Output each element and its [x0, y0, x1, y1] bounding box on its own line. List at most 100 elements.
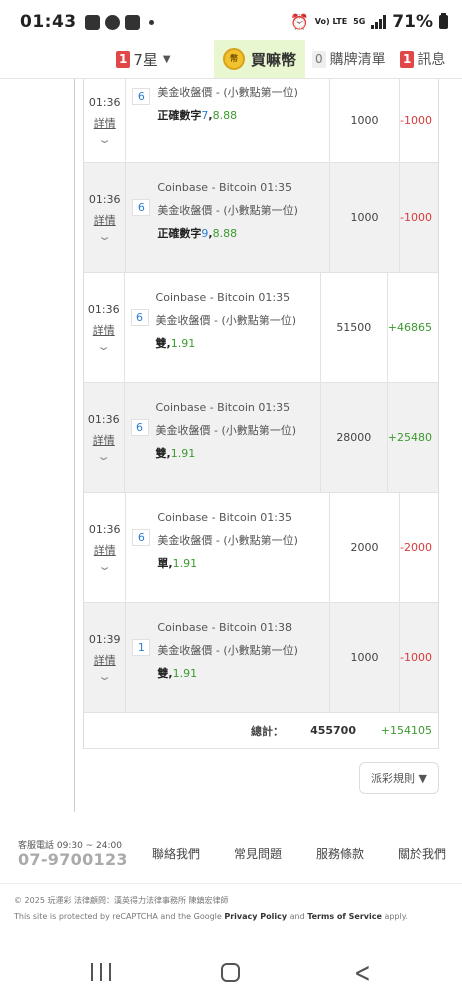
bet-issue-cell: 6 Coinbase - Bitcoin 01:35 美金收盤價 - (小數點第… — [126, 493, 331, 602]
issue-title: Coinbase - Bitcoin 01:35 — [157, 511, 292, 524]
chevron-down-icon[interactable]: ⌄ — [97, 133, 112, 146]
bet-win: -1000 — [400, 651, 432, 664]
issue-number-badge: 1 — [132, 639, 151, 656]
status-bar: 01:43 ⏰ Vo) LTE 5G 71% — [0, 0, 462, 44]
issue-description: 美金收盤價 - (小數點第一位) — [155, 314, 297, 327]
issue-number-badge: 6 — [132, 529, 151, 546]
chevron-down-icon[interactable]: ⌄ — [96, 340, 111, 353]
bet-row: 01:39 詳情 ⌄ 1 Coinbase - Bitcoin 01:38 美金… — [84, 603, 438, 713]
home-icon[interactable] — [221, 963, 240, 982]
bets-table: 01:36 詳情 ⌄ 6 美金收盤價 - (小數點第一位) 正確數字7,8.88… — [83, 79, 439, 749]
footer-link-terms[interactable]: 服務條款 — [316, 845, 364, 862]
bet-amount: 1000 — [330, 163, 401, 272]
bet-time-cell: 01:36 詳情 ⌄ — [84, 273, 125, 382]
pick-odds: 1.91 — [172, 557, 198, 570]
bet-pick: 正確數字7,8.88 — [157, 109, 238, 122]
caret-down-icon: ▼ — [162, 53, 171, 65]
bet-row: 01:36 詳情 ⌄ 6 Coinbase - Bitcoin 01:35 美金… — [84, 383, 438, 493]
chevron-down-icon[interactable]: ⌄ — [97, 230, 112, 243]
bet-row: 01:36 詳情 ⌄ 6 Coinbase - Bitcoin 01:35 美金… — [84, 493, 438, 603]
issue-title: Coinbase - Bitcoin 01:38 — [157, 621, 292, 634]
messages-label: 訊息 — [417, 52, 446, 68]
buy-coin-button[interactable]: 幣 買嘛幣 — [214, 40, 305, 78]
network-icon: 5G — [353, 17, 366, 26]
terms-of-service-link[interactable]: Terms of Service — [307, 912, 382, 921]
footer-divider — [0, 883, 462, 884]
cart-list-label: 購牌清單 — [329, 52, 386, 68]
messages-button[interactable]: 1 訊息 — [400, 40, 445, 78]
footer-link-about[interactable]: 關於我們 — [398, 845, 446, 862]
issue-number-badge: 6 — [132, 88, 151, 105]
detail-link[interactable]: 詳情 — [94, 652, 116, 668]
total-win: +154105 — [380, 724, 432, 737]
bet-issue-cell: 6 Coinbase - Bitcoin 01:35 美金收盤價 - (小數點第… — [126, 163, 331, 272]
back-icon[interactable]: < — [354, 955, 371, 989]
recaptcha-pre: This site is protected by reCAPTCHA and … — [14, 912, 225, 921]
top-nav: 1 7星 ▼ 幣 買嘛幣 0 購牌清單 1 訊息 — [0, 40, 462, 79]
bet-pick: 正確數字9,8.88 — [157, 227, 238, 240]
bet-time-cell: 01:36 詳情 ⌄ — [84, 493, 127, 602]
issue-description: 美金收盤價 - (小數點第一位) — [157, 204, 298, 217]
bet-time-cell: 01:39 詳情 ⌄ — [84, 603, 127, 712]
issue-description: 美金收盤價 - (小數點第一位) — [155, 424, 297, 437]
bet-issue-cell: 6 Coinbase - Bitcoin 01:35 美金收盤價 - (小數點第… — [125, 273, 321, 382]
bet-pick: 雙,1.91 — [157, 667, 198, 680]
more-notifications-icon — [148, 19, 154, 25]
recent-apps-icon[interactable] — [91, 963, 111, 981]
issue-description: 美金收盤價 - (小數點第一位) — [157, 86, 298, 99]
footer-link-contact[interactable]: 聯絡我們 — [152, 845, 200, 862]
issue-title: Coinbase - Bitcoin 01:35 — [155, 401, 291, 414]
pick-label: 雙 — [155, 337, 167, 350]
chevron-down-icon[interactable]: ⌄ — [97, 670, 112, 683]
bet-time: 01:36 — [87, 412, 120, 426]
bet-win: +25480 — [387, 431, 432, 444]
chevron-down-icon[interactable]: ⌄ — [97, 560, 112, 573]
buy-coin-label: 買嘛幣 — [250, 50, 296, 69]
detail-link[interactable]: 詳情 — [93, 322, 115, 338]
bet-time: 01:36 — [88, 522, 121, 536]
bet-amount: 1000 — [330, 603, 401, 712]
pick-label: 雙 — [157, 667, 169, 680]
detail-link[interactable]: 詳情 — [94, 212, 116, 228]
recaptcha-and: and — [287, 912, 308, 921]
footer-link-faq[interactable]: 常見問題 — [234, 845, 282, 862]
privacy-policy-link[interactable]: Privacy Policy — [224, 912, 287, 921]
bet-time-cell: 01:36 詳情 ⌄ — [84, 79, 127, 162]
pick-odds: 1.91 — [170, 337, 196, 350]
issue-number-badge: 6 — [130, 309, 149, 326]
pick-label: 正確數字 — [157, 109, 202, 122]
hotline-number[interactable]: 07-9700123 — [18, 850, 128, 869]
payout-rules-button[interactable]: 派彩規則 ▼ — [359, 762, 439, 794]
bet-time: 01:36 — [88, 95, 121, 109]
battery-percent: 71% — [392, 12, 433, 32]
lottery-selector-label: 7星 — [133, 50, 158, 69]
issue-title: Coinbase - Bitcoin 01:35 — [157, 181, 292, 194]
bet-time-cell: 01:36 詳情 ⌄ — [84, 163, 127, 272]
pick-odds: 8.88 — [212, 227, 238, 240]
bet-amount: 51500 — [321, 273, 388, 382]
bet-win: +46865 — [387, 321, 432, 334]
pick-label: 正確數字 — [157, 227, 202, 240]
lottery-selector[interactable]: 1 7星 ▼ — [0, 40, 214, 78]
total-row: 總計： 455700 +154105 — [84, 713, 438, 749]
pick-odds: 1.91 — [170, 447, 196, 460]
cart-list-button[interactable]: 0 購牌清單 — [312, 40, 386, 78]
detail-link[interactable]: 詳情 — [94, 115, 116, 131]
bet-pick: 單,1.91 — [157, 557, 198, 570]
issue-number-badge: 6 — [130, 419, 149, 436]
checkbox-icon — [124, 14, 140, 30]
alarm-icon: ⏰ — [290, 13, 309, 31]
battery-icon — [439, 13, 448, 29]
coin-icon: 幣 — [222, 48, 245, 70]
chevron-down-icon[interactable]: ⌄ — [96, 450, 111, 463]
detail-link[interactable]: 詳情 — [94, 542, 116, 558]
issue-number-badge: 6 — [132, 199, 151, 216]
bet-issue-cell: 6 美金收盤價 - (小數點第一位) 正確數字7,8.88 — [126, 79, 331, 162]
gallery-icon — [84, 14, 100, 30]
bet-issue-cell: 6 Coinbase - Bitcoin 01:35 美金收盤價 - (小數點第… — [125, 383, 321, 492]
bet-win: -1000 — [400, 211, 432, 224]
detail-link[interactable]: 詳情 — [93, 432, 115, 448]
star-badge: 1 — [116, 50, 131, 68]
volte-icon: Vo) LTE — [314, 17, 348, 26]
bet-win: -2000 — [400, 541, 432, 554]
